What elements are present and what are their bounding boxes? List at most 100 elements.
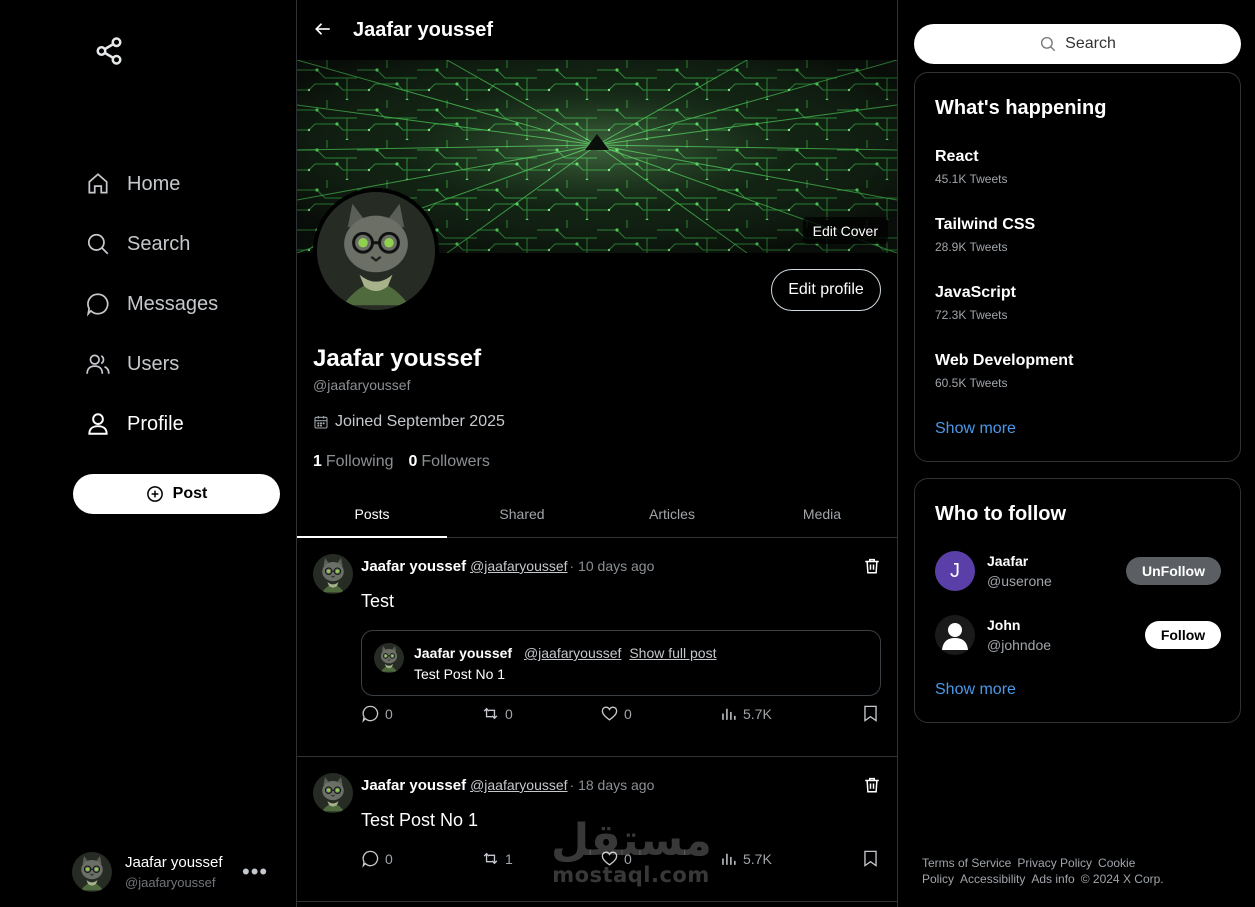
followers-count: 0 <box>408 453 418 470</box>
post-time: · 18 days ago <box>569 777 655 793</box>
edit-cover-button[interactable]: Edit Cover <box>802 217 888 244</box>
followers-link[interactable]: 0 Followers <box>409 453 490 471</box>
post-actions: 0 1 0 5.7K <box>361 849 881 869</box>
suggested-user-handle: @johndoe <box>987 637 1052 653</box>
reply-count: 0 <box>385 850 393 867</box>
following-count: 1 <box>313 453 322 470</box>
view-count: 5.7K <box>743 850 772 867</box>
footer-privacy-link[interactable]: Privacy Policy <box>1017 856 1092 870</box>
nav-messages[interactable]: Messages <box>85 284 218 324</box>
trend-count: 45.1K Tweets <box>935 172 1008 186</box>
post-item[interactable]: Jaafar youssef @jaafaryoussef · 18 days … <box>297 757 897 902</box>
trash-icon[interactable] <box>863 776 881 794</box>
bookmark-button[interactable] <box>861 704 885 723</box>
footer-copyright: © 2024 X Corp. <box>1080 872 1164 886</box>
quoted-handle[interactable]: @jaafaryoussef <box>524 645 621 661</box>
quoted-post-header: Jaafar youssef @jaafaryoussef Show full … <box>414 645 717 661</box>
repost-button[interactable]: 1 <box>481 849 513 868</box>
post-text: Test <box>361 591 395 611</box>
tab-posts[interactable]: Posts <box>297 491 447 538</box>
trash-icon[interactable] <box>863 557 881 575</box>
quoted-post[interactable]: Jaafar youssef @jaafaryoussef Show full … <box>361 630 881 696</box>
account-switcher[interactable]: Jaafar youssef @jaafaryoussef ••• <box>72 851 272 893</box>
calendar-icon <box>314 416 328 429</box>
like-button[interactable]: 0 <box>600 849 632 868</box>
heart-icon <box>601 851 618 866</box>
profile-handle: @jaafaryoussef <box>313 377 411 393</box>
footer-links: Terms of Service Privacy Policy Cookie Pol… <box>922 855 1222 887</box>
nav-profile[interactable]: Profile <box>85 404 184 444</box>
quoted-author[interactable]: Jaafar youssef <box>414 645 512 661</box>
search-icon <box>87 233 109 255</box>
suggested-user-handle: @userone <box>987 573 1052 589</box>
suggested-user[interactable]: J Jaafar @userone UnFollow <box>935 551 1221 593</box>
followers-label: Followers <box>421 453 490 470</box>
account-text: Jaafar youssef @jaafaryoussef <box>125 854 223 890</box>
views-button[interactable]: 5.7K <box>719 704 772 723</box>
search-input[interactable]: Search <box>914 24 1241 64</box>
footer-accessibility-link[interactable]: Accessibility <box>960 872 1025 886</box>
trend-item[interactable]: JavaScript 72.3K Tweets <box>935 284 1016 322</box>
tab-media[interactable]: Media <box>747 491 897 537</box>
reply-button[interactable]: 0 <box>361 704 393 723</box>
footer-terms-link[interactable]: Terms of Service <box>922 856 1011 870</box>
trends-show-more-link[interactable]: Show more <box>935 420 1016 438</box>
more-icon[interactable]: ••• <box>242 859 268 885</box>
nav-home-label: Home <box>127 172 181 195</box>
trend-count: 60.5K Tweets <box>935 376 1008 390</box>
repost-count: 0 <box>505 705 513 722</box>
tab-articles[interactable]: Articles <box>597 491 747 537</box>
view-count: 5.7K <box>743 705 772 722</box>
bookmark-button[interactable] <box>861 849 885 868</box>
nav-home[interactable]: Home <box>85 164 180 204</box>
quoted-text: Test Post No 1 <box>414 666 506 682</box>
nav-search[interactable]: Search <box>85 224 190 264</box>
post-button[interactable]: Post <box>73 474 280 514</box>
search-icon <box>1041 36 1056 52</box>
follow-button[interactable]: Follow <box>1145 621 1221 649</box>
who-to-follow-show-more-link[interactable]: Show more <box>935 681 1016 699</box>
following-label: Following <box>325 453 394 470</box>
avatar[interactable] <box>313 554 353 594</box>
share-icon[interactable] <box>94 36 124 66</box>
suggested-user[interactable]: John @johndoe Follow <box>935 615 1221 657</box>
trend-count: 28.9K Tweets <box>935 240 1008 254</box>
joined-text: Joined September 2025 <box>335 413 505 430</box>
tab-shared[interactable]: Shared <box>447 491 597 537</box>
following-link[interactable]: 1 Following <box>313 453 394 471</box>
nav-profile-label: Profile <box>127 412 184 435</box>
default-user-icon <box>942 623 968 650</box>
plus-circle-icon <box>146 486 163 502</box>
unfollow-button[interactable]: UnFollow <box>1126 557 1221 585</box>
post-handle[interactable]: @jaafaryoussef <box>470 777 567 793</box>
trend-count: 72.3K Tweets <box>935 308 1008 322</box>
footer-ads-link[interactable]: Ads info <box>1031 872 1074 886</box>
like-button[interactable]: 0 <box>600 704 632 723</box>
views-button[interactable]: 5.7K <box>719 849 772 868</box>
search-placeholder: Search <box>1065 35 1116 52</box>
reply-button[interactable]: 0 <box>361 849 393 868</box>
bookmark-icon <box>864 850 877 867</box>
heart-icon <box>601 706 618 721</box>
trend-name: Tailwind CSS <box>935 216 1036 233</box>
post-item[interactable]: Jaafar youssef @jaafaryoussef · 10 days … <box>297 538 897 757</box>
trend-item[interactable]: Web Development 60.5K Tweets <box>935 352 1073 390</box>
arrow-left-icon[interactable] <box>314 20 332 38</box>
repost-button[interactable]: 0 <box>481 704 513 723</box>
edit-profile-button[interactable]: Edit profile <box>771 269 881 311</box>
post-author[interactable]: Jaafar youssef <box>361 558 466 575</box>
post-author[interactable]: Jaafar youssef <box>361 777 466 794</box>
repost-icon <box>483 707 498 720</box>
trend-item[interactable]: React 45.1K Tweets <box>935 148 1008 186</box>
trend-item[interactable]: Tailwind CSS 28.9K Tweets <box>935 216 1035 254</box>
trends-title: What's happening <box>935 97 1107 119</box>
show-full-post-link[interactable]: Show full post <box>629 645 716 661</box>
nav-search-label: Search <box>127 232 191 255</box>
profile-avatar <box>313 188 439 314</box>
avatar[interactable] <box>313 773 353 813</box>
avatar: J <box>935 551 975 591</box>
profile-tabs: Posts Shared Articles Media <box>297 491 897 538</box>
post-button-label: Post <box>172 485 208 502</box>
post-handle[interactable]: @jaafaryoussef <box>470 558 567 574</box>
nav-users[interactable]: Users <box>85 344 179 384</box>
